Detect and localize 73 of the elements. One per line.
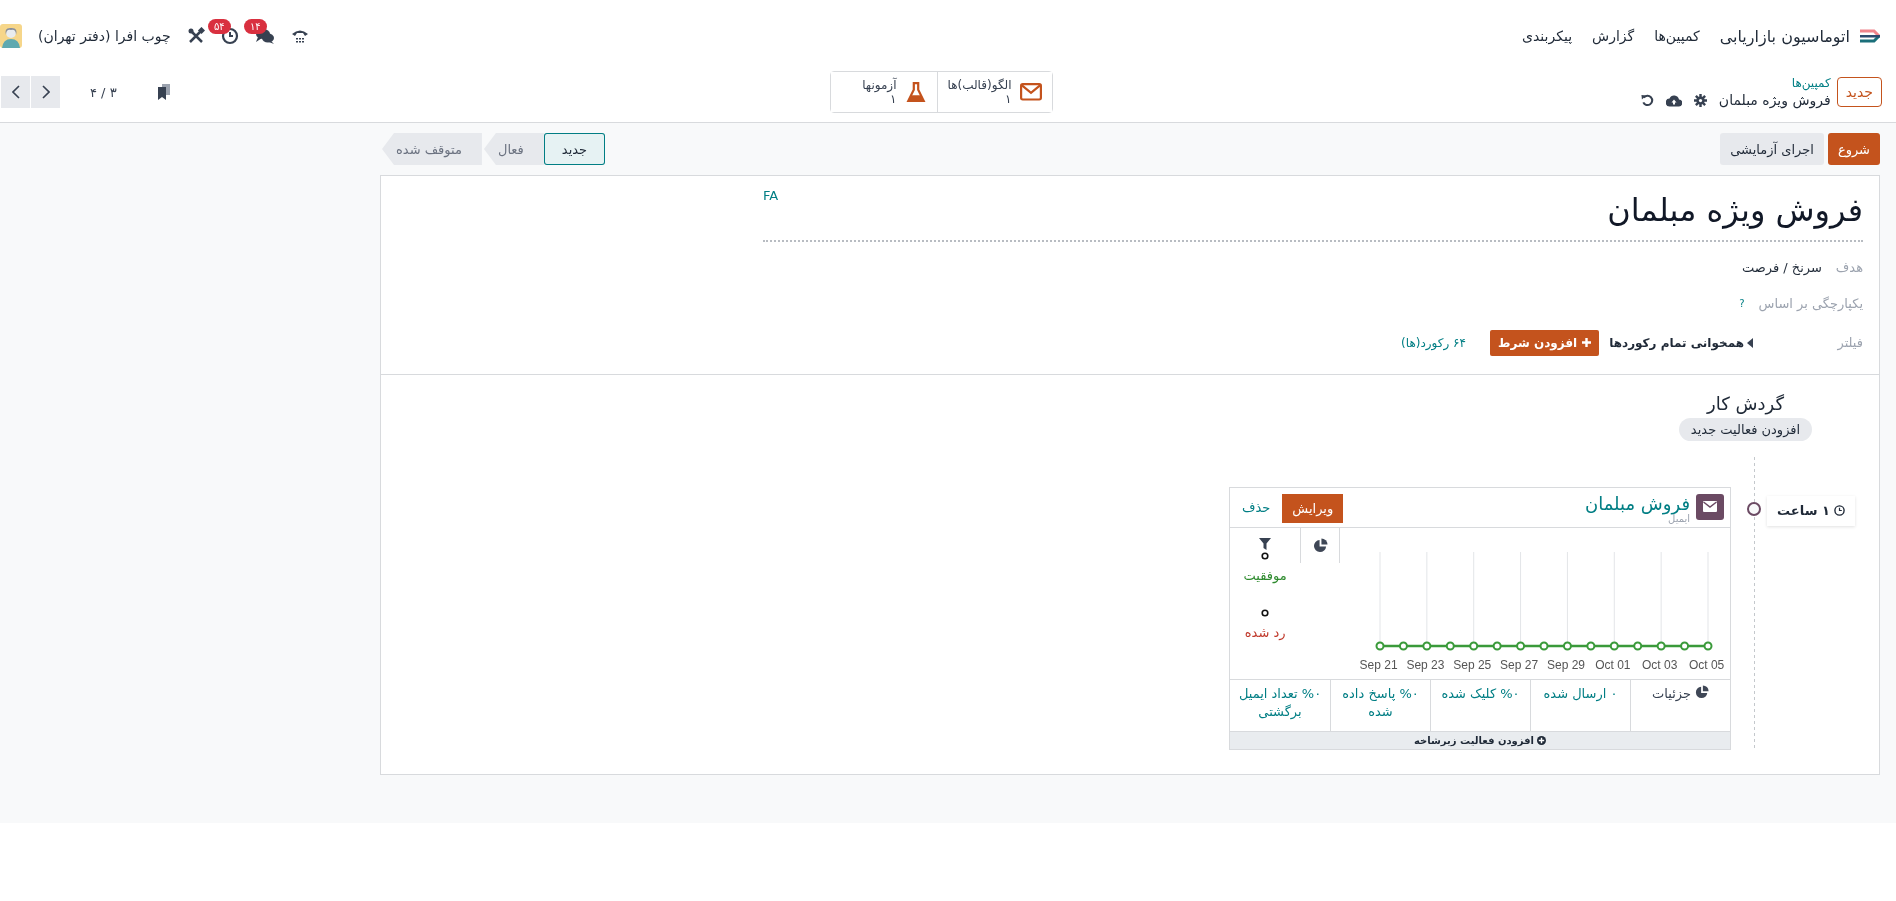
legend-dot (1261, 551, 1270, 560)
timeline-node (1747, 501, 1761, 516)
legend-dot (1261, 608, 1270, 617)
stage-tab[interactable]: متوقف شده (382, 133, 482, 165)
plus-circle-icon (1537, 735, 1546, 745)
tools-icon[interactable] (186, 27, 205, 45)
caret-icon[interactable] (1747, 337, 1753, 348)
app-title[interactable]: اتوماسیون بازاریابی (1719, 26, 1850, 46)
record-title: فروش ویژه مبلمان (1718, 92, 1831, 108)
delete-link[interactable]: حذف (1230, 499, 1283, 515)
activity-title[interactable]: فروش مبلمان (1584, 493, 1690, 514)
edit-button[interactable]: ویرایش (1282, 493, 1344, 523)
axis-label: Oct 05 (1687, 657, 1726, 672)
axis-label: Sep 23 (1405, 657, 1446, 672)
legend-label: موفقیت (1243, 567, 1287, 583)
clock-icon (1833, 505, 1845, 517)
tests-button[interactable]: آزمونها ۱ (830, 72, 938, 112)
axis-label: Sep 27 (1499, 657, 1540, 672)
graph-tab[interactable] (1300, 527, 1340, 563)
axis-label: Oct 03 (1641, 657, 1679, 672)
field-label: یکپارچگی بر اساس (1758, 296, 1863, 312)
next-button[interactable] (31, 76, 60, 108)
record-count-link[interactable]: ۶۴ رکورد(ها) (1401, 335, 1466, 350)
section-title: گردش کار (1707, 392, 1784, 414)
stage-tab[interactable]: فعال (483, 133, 544, 165)
pie-chart-icon (1312, 537, 1328, 553)
message-count-badge: ۱۴ (243, 19, 267, 34)
stage-tab[interactable]: جدید (543, 133, 606, 165)
axis-label: Oct 01 (1594, 657, 1632, 672)
flask-icon (904, 81, 927, 103)
menu-item[interactable]: گزارش (1592, 28, 1635, 44)
axis-label: Sep 29 (1545, 657, 1586, 672)
app-logo-icon[interactable] (1858, 28, 1882, 44)
breadcrumb-link[interactable]: کمپین‌ها (1640, 76, 1831, 90)
axis-label: Sep 21 (1358, 657, 1399, 672)
bookmark-icon[interactable] (156, 84, 171, 100)
axis-label: Sep 25 (1452, 657, 1493, 672)
legend-label: رد شده (1244, 624, 1286, 640)
field-label: هدف (1835, 260, 1863, 276)
menu-item[interactable]: کمپین‌ها (1654, 28, 1700, 44)
help-tooltip-link[interactable]: ? (1739, 298, 1745, 310)
chevron-left-icon (11, 85, 20, 99)
plus-icon (1582, 338, 1592, 348)
envelope-icon (1019, 83, 1042, 101)
start-button[interactable]: شروع (1827, 133, 1880, 165)
field-value[interactable]: سرنخ / فرصت (1741, 260, 1822, 276)
settings-icon[interactable] (1693, 93, 1707, 107)
previous-button[interactable] (1, 76, 30, 108)
statistic-link[interactable]: %۰ تعداد ایمیل برگشتی (1234, 684, 1326, 723)
test-run-button[interactable]: اجرای آزمایشی (1720, 133, 1824, 165)
campaign-name-field[interactable]: فروش ویژه مبلمان (1607, 190, 1863, 232)
statistic-link[interactable]: %۰ کلیک شده (1435, 684, 1526, 704)
filter-match-text: همخوانی تمام رکوردها (1609, 335, 1744, 350)
statistic-link[interactable]: %۰ پاسخ داده شده (1335, 684, 1426, 723)
field-label: فیلتر (1836, 335, 1863, 351)
chevron-right-icon (41, 85, 50, 99)
pie-chart-icon (1695, 684, 1709, 699)
menu-item[interactable]: پیکربندی (1522, 28, 1573, 44)
undo-icon[interactable] (1640, 93, 1654, 107)
pager-value[interactable]: ۳ / ۴ (90, 84, 117, 100)
cloud-upload-icon[interactable] (1665, 93, 1682, 107)
filter-icon[interactable] (1259, 537, 1272, 550)
language-button[interactable]: FA (763, 188, 779, 203)
add-condition-button[interactable]: افزودن شرط (1490, 329, 1600, 356)
add-activity-button[interactable]: افزودن فعالیت جدید (1678, 417, 1813, 441)
new-button[interactable]: جدید (1836, 77, 1882, 107)
details-label[interactable]: جزئیات (1652, 684, 1691, 704)
statistic-link[interactable]: ۰ ارسال شده (1535, 684, 1626, 704)
envelope-icon (1696, 493, 1724, 520)
company-name[interactable]: چوب افرا (دفتر تهران) (38, 28, 171, 44)
delay-text: ۱ ساعت (1777, 503, 1830, 519)
activity-count-badge: ۵۴ (207, 19, 231, 34)
delay-card[interactable]: ۱ ساعت (1767, 495, 1855, 526)
